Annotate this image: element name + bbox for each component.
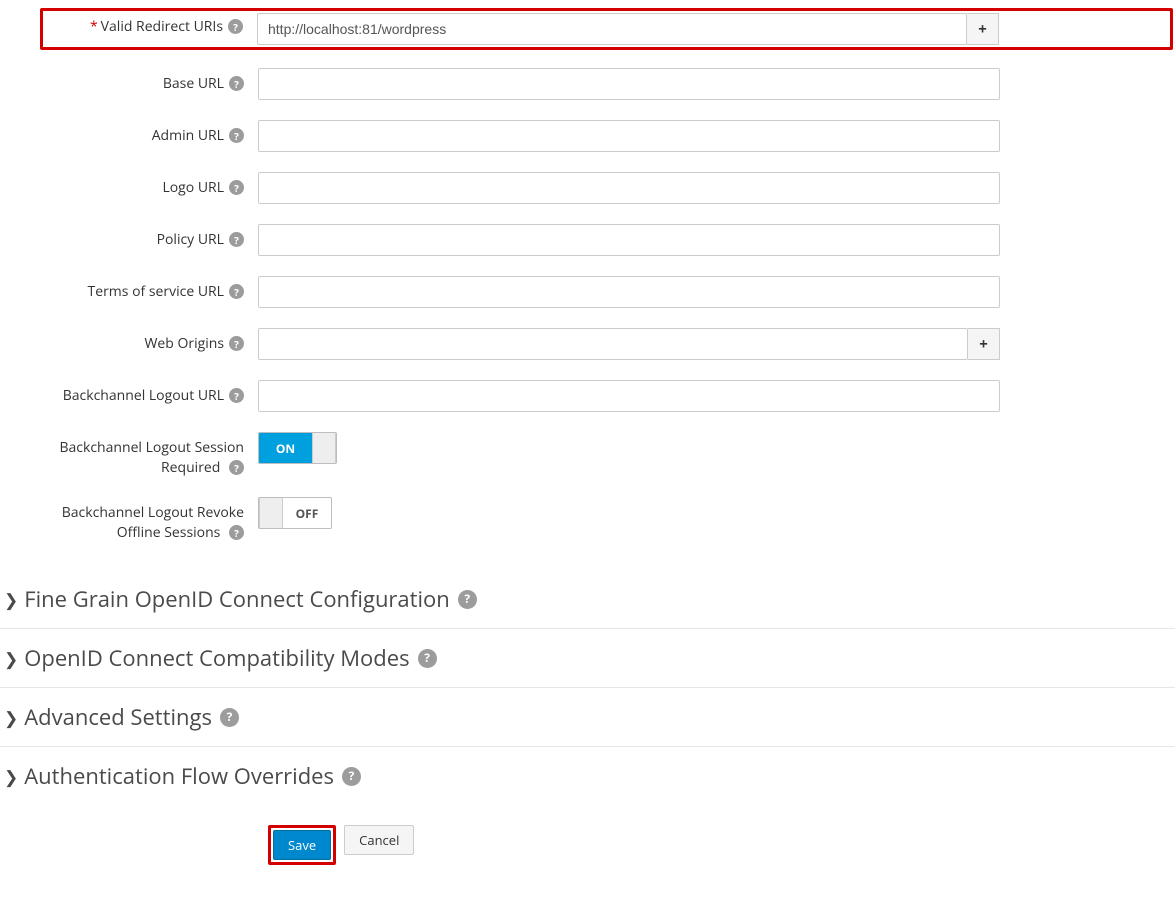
help-icon[interactable]: ? [229, 128, 244, 143]
label-text: Web Origins [144, 334, 224, 354]
section-fine-grain-openid[interactable]: ❯ Fine Grain OpenID Connect Configuratio… [0, 570, 1175, 629]
row-backchannel-logout-revoke-offline: Backchannel Logout Revoke Offline Sessio… [0, 497, 1175, 542]
tos-url-input[interactable] [258, 276, 1000, 308]
add-redirect-uri-button[interactable]: + [967, 13, 999, 45]
valid-redirect-uris-input[interactable] [257, 13, 967, 45]
section-title: Authentication Flow Overrides [24, 761, 334, 791]
help-icon[interactable]: ? [229, 284, 244, 299]
label-valid-redirect-uris: * Valid Redirect URIs ? [45, 13, 257, 37]
toggle-off-label: OFF [283, 498, 331, 528]
label-text: Backchannel Logout Session [59, 438, 244, 457]
label-backchannel-logout-revoke-offline: Backchannel Logout Revoke Offline Sessio… [0, 497, 258, 542]
label-backchannel-logout-url: Backchannel Logout URL ? [0, 380, 258, 406]
action-buttons: Save Cancel [0, 825, 1175, 865]
section-title: OpenID Connect Compatibility Modes [24, 643, 409, 673]
web-origins-input[interactable] [258, 328, 968, 360]
row-policy-url: Policy URL ? [0, 224, 1175, 256]
label-text: Logo URL [162, 178, 224, 198]
help-icon[interactable]: ? [229, 232, 244, 247]
admin-url-input[interactable] [258, 120, 1000, 152]
label-text: Required [161, 458, 220, 477]
chevron-right-icon: ❯ [4, 647, 18, 670]
toggle-knob [259, 498, 283, 528]
logo-url-input[interactable] [258, 172, 1000, 204]
help-icon[interactable]: ? [418, 649, 437, 668]
help-icon[interactable]: ? [228, 19, 243, 34]
label-text: Offline Sessions [117, 523, 221, 542]
label-web-origins: Web Origins ? [0, 328, 258, 354]
help-icon[interactable]: ? [229, 76, 244, 91]
field-valid-redirect-uris: + [257, 13, 999, 45]
section-advanced-settings[interactable]: ❯ Advanced Settings ? [0, 688, 1175, 747]
help-icon[interactable]: ? [229, 180, 244, 195]
save-highlight: Save [268, 825, 336, 865]
row-tos-url: Terms of service URL ? [0, 276, 1175, 308]
label-logo-url: Logo URL ? [0, 172, 258, 198]
cancel-button[interactable]: Cancel [344, 825, 414, 855]
row-backchannel-logout-session-required: Backchannel Logout Session Required ? ON… [0, 432, 1175, 477]
row-logo-url: Logo URL ? [0, 172, 1175, 204]
chevron-right-icon: ❯ [4, 588, 18, 611]
base-url-input[interactable] [258, 68, 1000, 100]
label-base-url: Base URL ? [0, 68, 258, 94]
label-policy-url: Policy URL ? [0, 224, 258, 250]
chevron-right-icon: ❯ [4, 765, 18, 788]
backchannel-logout-session-required-toggle[interactable]: ON OFF [258, 432, 337, 464]
section-title: Advanced Settings [24, 702, 212, 732]
label-text: Policy URL [157, 230, 224, 250]
label-text: Base URL [163, 74, 224, 94]
help-icon[interactable]: ? [229, 336, 244, 351]
toggle-on-label: ON [259, 433, 312, 463]
label-backchannel-logout-session-required: Backchannel Logout Session Required ? [0, 432, 258, 477]
row-valid-redirect-uris: * Valid Redirect URIs ? + [40, 8, 1173, 50]
row-web-origins: Web Origins ? + [0, 328, 1175, 360]
chevron-right-icon: ❯ [4, 706, 18, 729]
section-openid-compat-modes[interactable]: ❯ OpenID Connect Compatibility Modes ? [0, 629, 1175, 688]
add-web-origin-button[interactable]: + [968, 328, 1000, 360]
label-admin-url: Admin URL ? [0, 120, 258, 146]
label-tos-url: Terms of service URL ? [0, 276, 258, 302]
row-admin-url: Admin URL ? [0, 120, 1175, 152]
help-icon[interactable]: ? [458, 590, 477, 609]
section-title: Fine Grain OpenID Connect Configuration [24, 584, 450, 614]
row-backchannel-logout-url: Backchannel Logout URL ? [0, 380, 1175, 412]
policy-url-input[interactable] [258, 224, 1000, 256]
toggle-knob [312, 433, 336, 463]
required-asterisk: * [90, 17, 98, 37]
help-icon[interactable]: ? [229, 388, 244, 403]
label-text: Valid Redirect URIs [101, 17, 223, 37]
row-base-url: Base URL ? [0, 68, 1175, 100]
backchannel-logout-url-input[interactable] [258, 380, 1000, 412]
section-auth-flow-overrides[interactable]: ❯ Authentication Flow Overrides ? [0, 747, 1175, 805]
save-button[interactable]: Save [273, 830, 331, 860]
label-text: Backchannel Logout URL [63, 386, 224, 406]
help-icon[interactable]: ? [342, 767, 361, 786]
label-text: Terms of service URL [88, 282, 224, 302]
help-icon[interactable]: ? [229, 525, 244, 540]
help-icon[interactable]: ? [229, 460, 244, 475]
help-icon[interactable]: ? [220, 708, 239, 727]
label-text: Backchannel Logout Revoke [62, 503, 244, 522]
backchannel-logout-revoke-offline-toggle[interactable]: ON OFF [258, 497, 332, 529]
label-text: Admin URL [152, 126, 224, 146]
